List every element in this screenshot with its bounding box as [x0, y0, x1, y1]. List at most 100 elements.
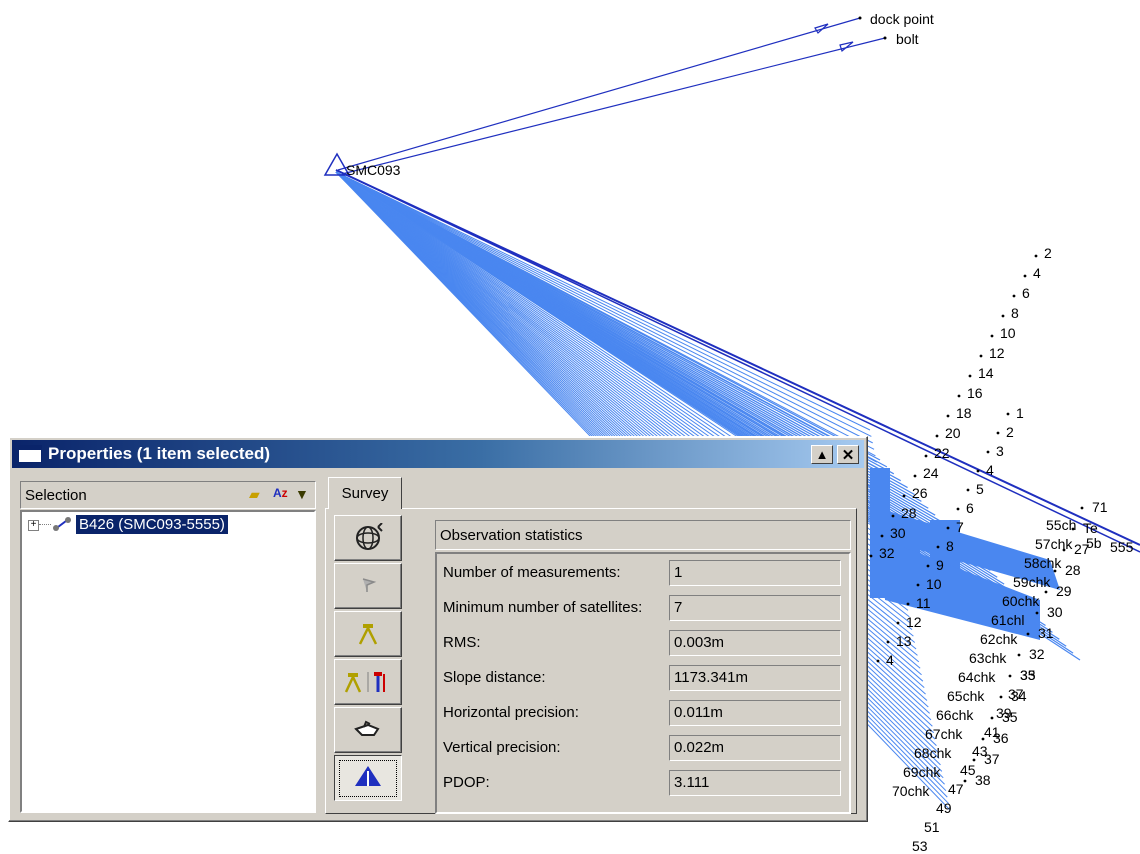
point-label[interactable]: 22 [934, 445, 950, 461]
point-marker[interactable] [880, 534, 884, 538]
point-marker[interactable] [913, 474, 917, 478]
stat-value[interactable]: 3.111 [669, 770, 841, 796]
point-label[interactable]: 53 [912, 838, 928, 854]
point-marker[interactable] [869, 554, 873, 558]
point-label[interactable]: 36 [993, 730, 1009, 746]
point-label[interactable]: 5 [976, 481, 984, 497]
filter-icon[interactable]: ▼ [295, 486, 309, 502]
point-label[interactable]: 20 [945, 425, 961, 441]
point-label[interactable]: 66chk [936, 707, 974, 723]
folder-icon[interactable]: ▰ [249, 486, 260, 503]
point-marker[interactable] [1071, 527, 1075, 531]
point-marker[interactable] [990, 334, 994, 338]
satellite-button[interactable] [334, 515, 402, 561]
title-bar[interactable]: Properties (1 item selected) ▲ ✕ [12, 440, 864, 468]
point-label[interactable]: 57chk [1035, 536, 1073, 552]
point-marker[interactable] [1012, 294, 1016, 298]
point-marker[interactable] [996, 431, 1000, 435]
point-label[interactable]: 28 [901, 505, 917, 521]
point-label[interactable]: 47 [948, 781, 964, 797]
point-label[interactable]: 32 [879, 545, 895, 561]
point-label[interactable]: 32 [1029, 646, 1045, 662]
point-marker[interactable] [1044, 590, 1048, 594]
point-label[interactable]: 555 [1110, 539, 1134, 555]
point-marker[interactable] [926, 564, 930, 568]
point-label[interactable]: 30 [1047, 604, 1063, 620]
tripod-rover-button[interactable] [334, 659, 402, 705]
point-label[interactable]: 1 [1016, 405, 1024, 421]
point-label[interactable]: 45 [960, 762, 976, 778]
flag-button[interactable] [334, 563, 402, 609]
point-label[interactable]: 28 [1065, 562, 1081, 578]
point-label[interactable]: 58chk [1024, 555, 1062, 571]
point-marker[interactable] [1035, 611, 1039, 615]
hand-point-button[interactable] [334, 707, 402, 753]
point-label[interactable]: 27 [1074, 541, 1090, 557]
point-label[interactable]: 68chk [914, 745, 952, 761]
stat-value[interactable]: 1173.341m [669, 665, 841, 691]
dock-point-label[interactable]: dock point [870, 11, 934, 27]
point-marker[interactable] [990, 716, 994, 720]
point-label[interactable]: 65chk [947, 688, 985, 704]
point-marker[interactable] [886, 640, 890, 644]
point-label[interactable]: 16 [967, 385, 983, 401]
close-button[interactable]: ✕ [837, 445, 859, 464]
point-marker[interactable] [1017, 653, 1021, 657]
stat-value[interactable]: 7 [669, 595, 841, 621]
point-marker[interactable] [936, 545, 940, 549]
tree-expander-icon[interactable]: + [28, 520, 39, 531]
point-label[interactable]: 14 [978, 365, 994, 381]
point-label[interactable]: 10 [926, 576, 942, 592]
point-label[interactable]: 12 [906, 614, 922, 630]
stat-value[interactable]: 0.003m [669, 630, 841, 656]
point-marker[interactable] [1023, 274, 1027, 278]
point-marker[interactable] [896, 621, 900, 625]
point-marker[interactable] [1026, 632, 1030, 636]
point-label[interactable]: 8 [946, 538, 954, 554]
point-label[interactable]: 2 [1044, 245, 1052, 261]
point-marker[interactable] [935, 434, 939, 438]
point-marker[interactable] [976, 469, 980, 473]
point-label[interactable]: 18 [956, 405, 972, 421]
point-label[interactable]: 37 [984, 751, 1000, 767]
point-label[interactable]: 63chk [969, 650, 1007, 666]
point-label[interactable]: 3 [996, 443, 1004, 459]
selection-tree[interactable]: + B426 (SMC093-5555) [20, 510, 316, 813]
point-label[interactable]: 34 [1011, 688, 1027, 704]
point-label[interactable]: 13 [896, 633, 912, 649]
triangle-stats-button[interactable] [334, 755, 402, 801]
point-label[interactable]: 71 [1092, 499, 1108, 515]
point-marker[interactable] [979, 354, 983, 358]
point-label[interactable]: 8 [1011, 305, 1019, 321]
point-label[interactable]: 9 [936, 557, 944, 573]
station-label[interactable]: SMC093 [346, 162, 401, 178]
stat-value[interactable]: 0.022m [669, 735, 841, 761]
point-label[interactable]: 4 [986, 462, 994, 478]
point-label[interactable]: 67chk [925, 726, 963, 742]
point-marker[interactable] [946, 414, 950, 418]
point-label[interactable]: 70chk [892, 783, 930, 799]
bolt-marker[interactable] [883, 36, 887, 40]
point-label[interactable]: 26 [912, 485, 928, 501]
properties-window[interactable]: Properties (1 item selected) ▲ ✕ Selecti… [8, 436, 868, 822]
point-marker[interactable] [957, 394, 961, 398]
point-marker[interactable] [946, 526, 950, 530]
point-label[interactable]: 69chk [903, 764, 941, 780]
point-marker[interactable] [963, 779, 967, 783]
point-marker[interactable] [999, 695, 1003, 699]
point-label[interactable]: 6 [1022, 285, 1030, 301]
point-label[interactable]: 64chk [958, 669, 996, 685]
point-marker[interactable] [1008, 674, 1012, 678]
point-label[interactable]: 4 [1033, 265, 1041, 281]
point-label[interactable]: 6 [966, 500, 974, 516]
point-marker[interactable] [1062, 548, 1066, 552]
point-marker[interactable] [986, 450, 990, 454]
point-marker[interactable] [968, 374, 972, 378]
sort-az-icon[interactable]: Az [273, 486, 288, 500]
bolt-label[interactable]: bolt [896, 31, 919, 47]
dock-point-marker[interactable] [858, 16, 862, 20]
point-label[interactable]: 60chk [1002, 593, 1040, 609]
point-marker[interactable] [1053, 569, 1057, 573]
point-label[interactable]: 11 [916, 595, 931, 611]
stat-value[interactable]: 0.011m [669, 700, 841, 726]
